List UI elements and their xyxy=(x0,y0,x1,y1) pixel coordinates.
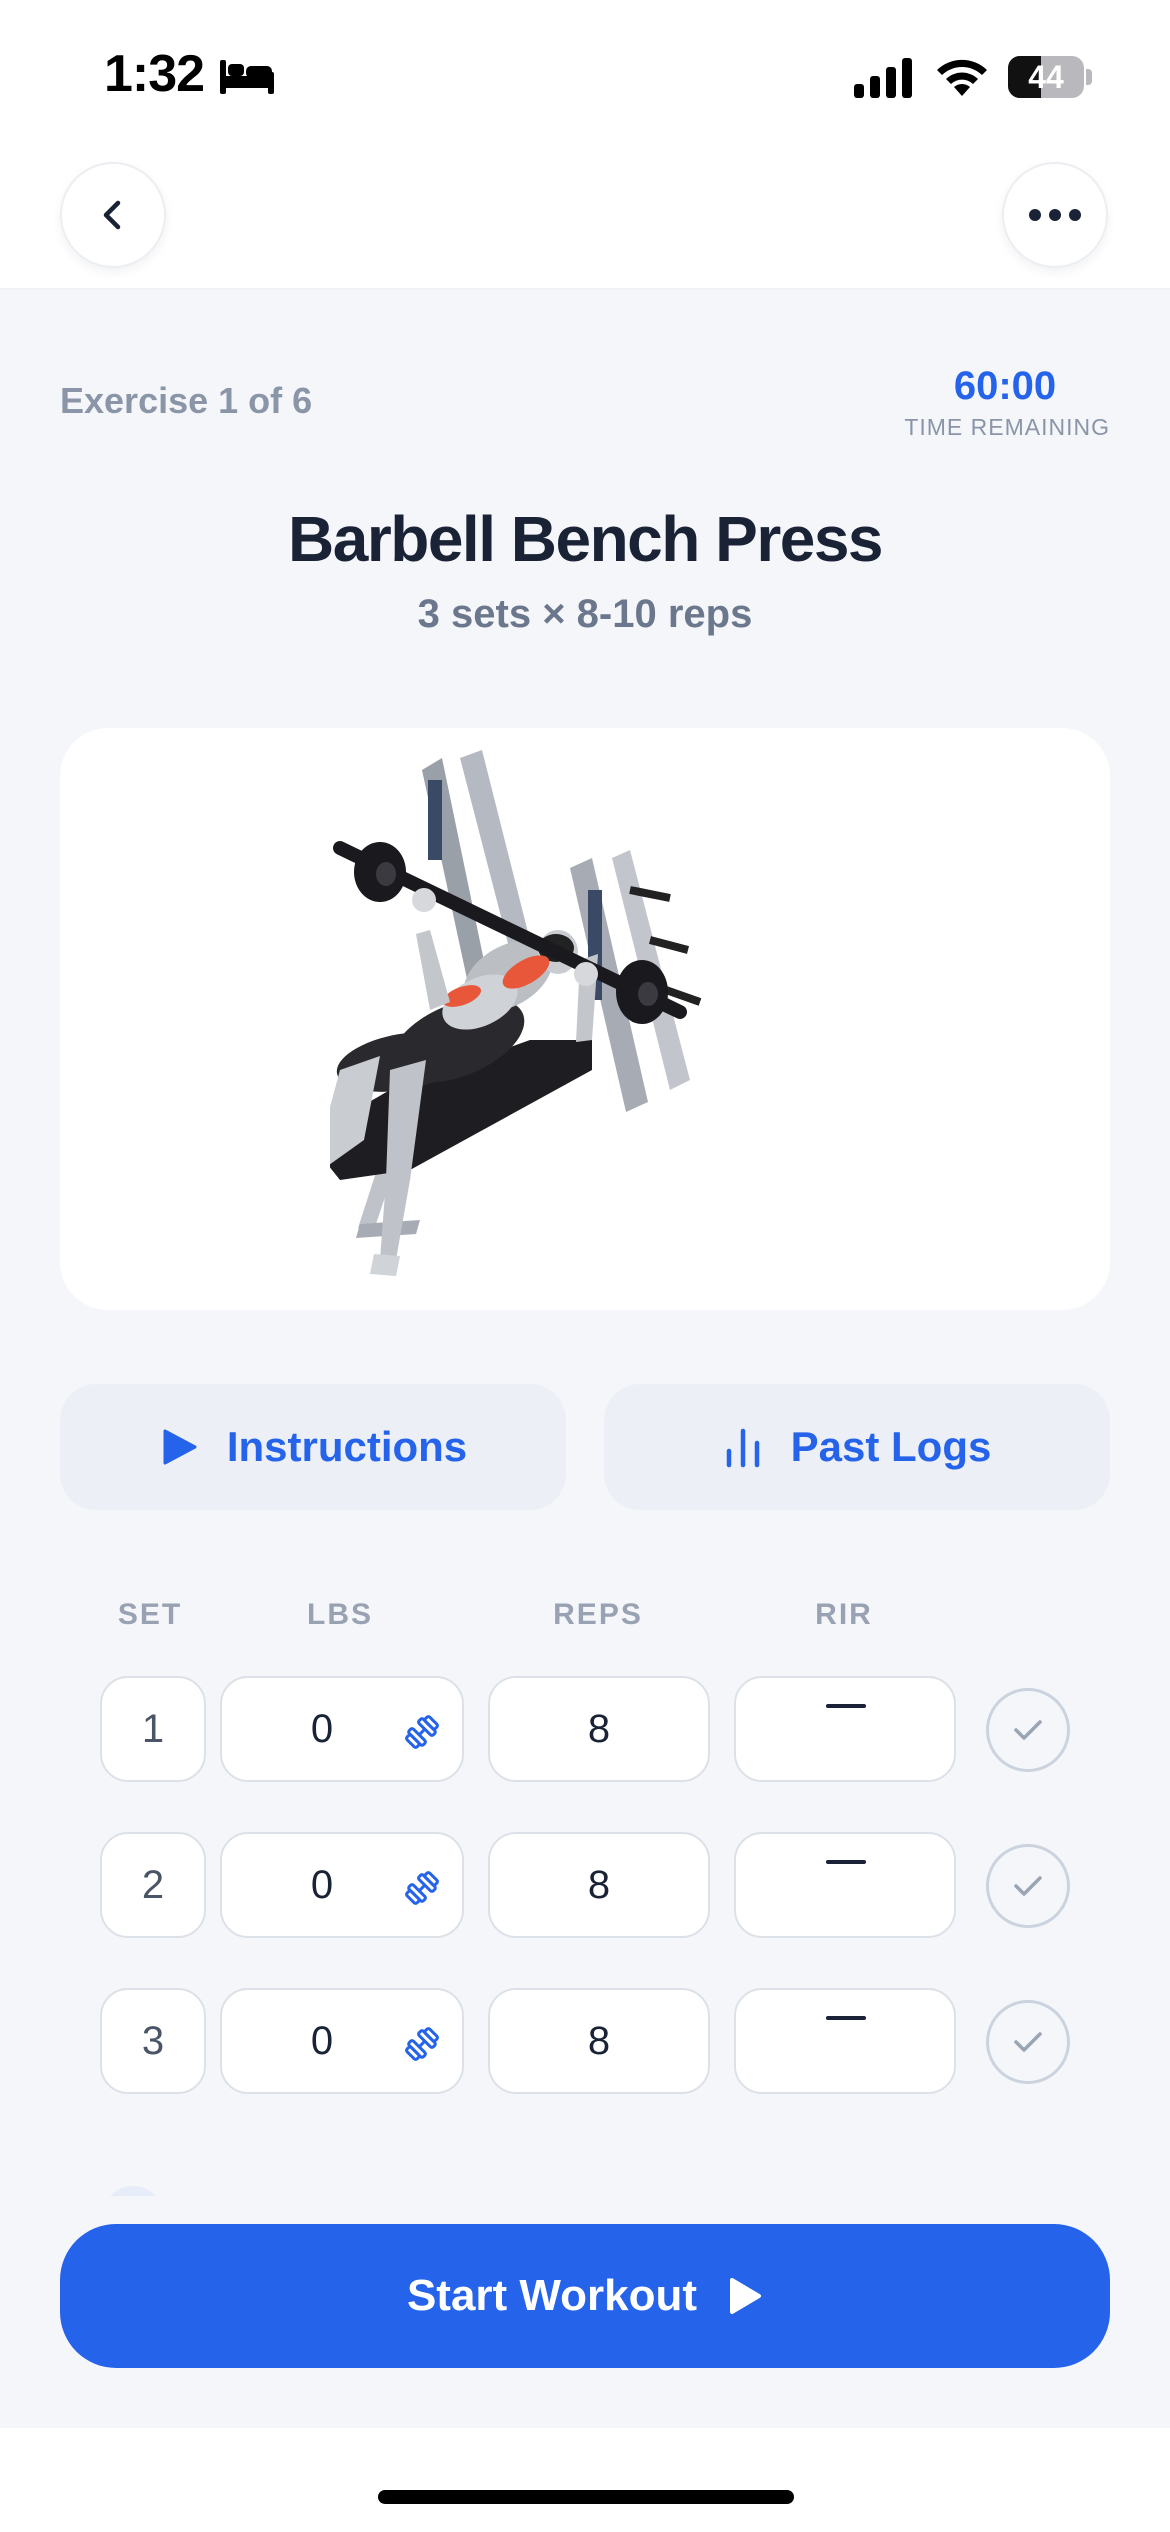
instructions-button[interactable]: Instructions xyxy=(60,1384,566,1510)
lbs-input[interactable]: 0 xyxy=(220,1676,464,1782)
exercise-counter: Exercise 1 of 6 xyxy=(60,380,313,421)
column-header-lbs: LBS xyxy=(307,1598,373,1631)
wifi-icon xyxy=(937,59,987,96)
column-header-set: SET xyxy=(117,1598,183,1631)
rir-placeholder-dash xyxy=(826,1704,866,1708)
signal-icon xyxy=(854,58,912,98)
exercise-scheme: 3 sets × 8-10 reps xyxy=(417,592,753,636)
dumbbell-icon[interactable] xyxy=(404,1870,440,1906)
lbs-input[interactable]: 0 xyxy=(220,1988,464,2094)
rir-placeholder-dash xyxy=(826,1860,866,1864)
column-header-reps: REPS xyxy=(553,1598,643,1631)
set-number: 2 xyxy=(100,1832,206,1938)
column-header-rir: RIR xyxy=(815,1598,873,1631)
exercise-image-card xyxy=(60,728,1110,1310)
reps-input[interactable]: 8 xyxy=(488,1676,710,1782)
lbs-input[interactable]: 0 xyxy=(220,1832,464,1938)
play-icon xyxy=(163,1429,197,1465)
past-logs-button[interactable]: Past Logs xyxy=(604,1384,1110,1510)
battery-icon: 44 xyxy=(1008,56,1092,98)
ellipsis-icon xyxy=(1029,209,1081,221)
checkmark-icon xyxy=(1014,1876,1042,1896)
checkmark-icon xyxy=(1014,1720,1042,1740)
status-bar: 1:32 44 xyxy=(0,0,1170,150)
reps-input[interactable]: 8 xyxy=(488,1832,710,1938)
chevron-left-icon xyxy=(103,200,121,230)
timer-value: 60:00 xyxy=(953,364,1057,408)
complete-set-button[interactable] xyxy=(986,2000,1070,2084)
past-logs-label: Past Logs xyxy=(790,1423,992,1470)
status-time: 1:32 xyxy=(104,45,205,103)
nav-bar xyxy=(0,150,1170,290)
bench-press-illustration xyxy=(330,750,702,1276)
dumbbell-icon[interactable] xyxy=(404,2026,440,2062)
bar-chart-icon xyxy=(726,1428,759,1468)
bottom-safe-area xyxy=(0,2428,1170,2532)
rir-input[interactable] xyxy=(734,1832,956,1938)
lbs-value: 0 xyxy=(310,1862,334,1907)
complete-set-button[interactable] xyxy=(986,1844,1070,1928)
rir-input[interactable] xyxy=(734,1988,956,2094)
checkmark-icon xyxy=(1014,2032,1042,2052)
lbs-value: 0 xyxy=(310,2018,334,2063)
reps-input[interactable]: 8 xyxy=(488,1988,710,2094)
rir-placeholder-dash xyxy=(826,2016,866,2020)
play-icon xyxy=(730,2278,762,2314)
start-workout-button[interactable]: Start Workout xyxy=(60,2224,1110,2368)
complete-set-button[interactable] xyxy=(986,1688,1070,1772)
more-options-button[interactable] xyxy=(1002,162,1108,268)
start-workout-label: Start Workout xyxy=(406,2271,698,2320)
reps-value: 8 xyxy=(587,1706,611,1751)
back-button[interactable] xyxy=(60,162,166,268)
reps-value: 8 xyxy=(587,1862,611,1907)
exercise-title: Barbell Bench Press xyxy=(288,503,884,575)
lbs-value: 0 xyxy=(310,1706,334,1751)
set-number: 1 xyxy=(100,1676,206,1782)
instructions-label: Instructions xyxy=(226,1423,468,1470)
timer-label: TIME REMAINING xyxy=(904,414,1110,440)
bed-icon xyxy=(220,60,274,94)
rir-input[interactable] xyxy=(734,1676,956,1782)
dumbbell-icon[interactable] xyxy=(404,1714,440,1750)
battery-level: 44 xyxy=(1028,59,1064,95)
home-indicator[interactable] xyxy=(378,2490,794,2504)
set-number: 3 xyxy=(100,1988,206,2094)
reps-value: 8 xyxy=(587,2018,611,2063)
